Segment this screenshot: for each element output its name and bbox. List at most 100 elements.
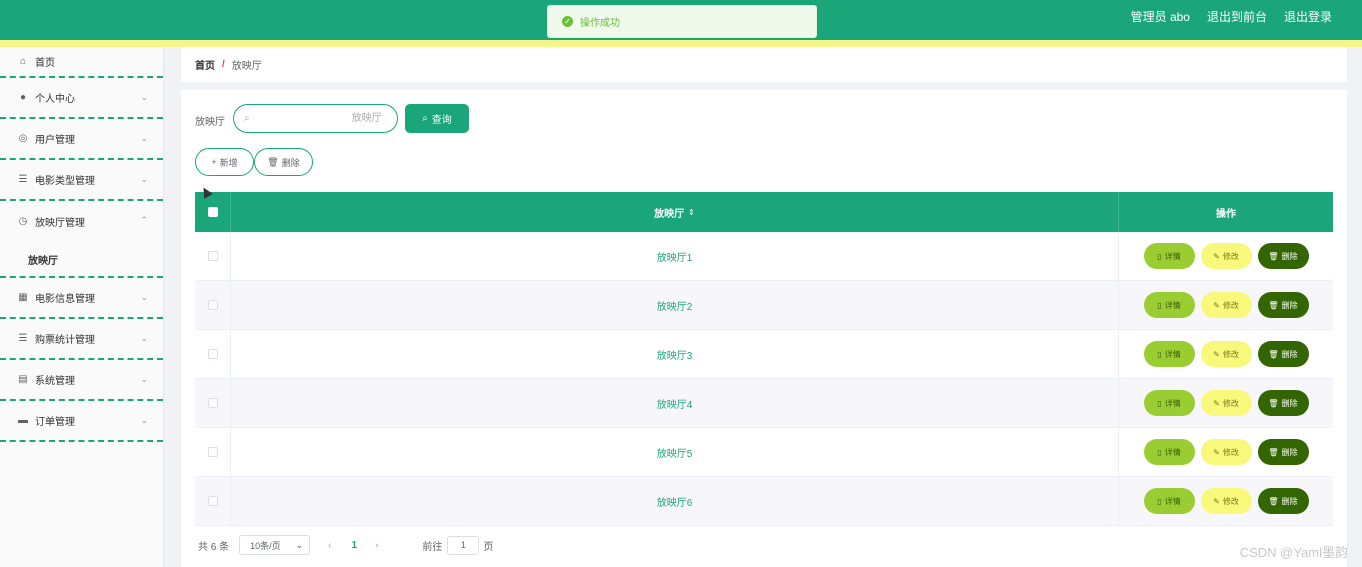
edit-button[interactable]: ✎ 修改 — [1200, 488, 1252, 514]
sidebar-item-label: 电影信息管理 — [35, 294, 95, 305]
table-row: 放映厅2 ▯ 详情 ✎ 修改 🗑 删除 — [195, 281, 1333, 330]
select-all-checkbox[interactable] — [207, 207, 218, 217]
row-checkbox[interactable] — [207, 251, 218, 261]
goto-label: 前往 — [422, 541, 443, 553]
chevron-down-icon: ⌄ — [140, 374, 148, 384]
back-to-front-link[interactable]: 退出到前台 — [1207, 8, 1267, 25]
chart-icon: ▤ — [18, 374, 28, 385]
sidebar-item-movie-types[interactable]: ☰ 电影类型管理 ⌄ — [0, 160, 163, 201]
chevron-down-icon: ⌄ — [140, 415, 148, 425]
delete-button[interactable]: 🗑 删除 — [1257, 341, 1309, 367]
sidebar-item-home[interactable]: ⌂ 首页 — [0, 47, 163, 78]
edit-button[interactable]: ✎ 修改 — [1200, 390, 1252, 416]
row-checkbox-cell — [195, 379, 231, 427]
trash-icon: 🗑 — [1268, 300, 1279, 310]
sidebar-item-orders[interactable]: ▬ 订单管理 ⌄ — [0, 401, 163, 442]
edit-label: 修改 — [1222, 447, 1239, 457]
delete-button[interactable]: 🗑 删除 — [1257, 292, 1309, 318]
edit-button[interactable]: ✎ 修改 — [1200, 341, 1252, 367]
sidebar-item-ticket-stats[interactable]: ☰ 购票统计管理 ⌄ — [0, 319, 163, 360]
page-number[interactable]: 1 — [351, 540, 357, 551]
detail-label: 详情 — [1164, 349, 1181, 359]
success-icon: ✓ — [562, 16, 573, 27]
document-icon: ▯ — [1157, 349, 1162, 359]
row-actions: ▯ 详情 ✎ 修改 🗑 删除 — [1119, 379, 1333, 427]
hall-name-cell: 放映厅5 — [231, 428, 1119, 476]
search-icon: ⌕ — [422, 113, 428, 124]
sidebar-item-movies[interactable]: ▦ 电影信息管理 ⌄ — [0, 278, 163, 319]
edit-label: 修改 — [1222, 251, 1239, 261]
sidebar-item-halls[interactable]: ◷ 放映厅管理 ⌃ — [0, 201, 163, 242]
hall-name-cell: 放映厅1 — [231, 232, 1119, 280]
sort-icon[interactable]: ⇕ — [688, 208, 695, 217]
row-checkbox[interactable] — [207, 496, 218, 506]
delete-button[interactable]: 🗑 删除 — [1257, 488, 1309, 514]
search-label: 放映厅 — [195, 117, 225, 128]
logout-link[interactable]: 退出登录 — [1284, 8, 1332, 25]
detail-button[interactable]: ▯ 详情 — [1143, 488, 1195, 514]
hall-name: 放映厅1 — [656, 252, 693, 264]
watermark: CSDN @Yaml墨韵 — [1239, 545, 1348, 560]
next-page-button[interactable]: › — [375, 540, 378, 551]
delete-button[interactable]: 🗑 删除 — [1257, 243, 1309, 269]
prev-page-button[interactable]: ‹ — [328, 540, 331, 551]
row-checkbox-cell — [195, 330, 231, 378]
row-checkbox[interactable] — [207, 447, 218, 457]
pencil-icon: ✎ — [1213, 251, 1220, 261]
delete-label: 删除 — [1281, 447, 1298, 457]
table-body: 放映厅1 ▯ 详情 ✎ 修改 🗑 删除 放映厅2 ▯ 详情 ✎ 修改 🗑 删除 放映厅3 ▯ 详情 ✎ 修改 🗑 删除放… — [195, 232, 1333, 526]
edit-button[interactable]: ✎ 修改 — [1200, 439, 1252, 465]
pencil-icon: ✎ — [1213, 496, 1220, 506]
hall-name-cell: 放映厅2 — [231, 281, 1119, 329]
query-button[interactable]: ⌕ 查询 — [405, 104, 469, 133]
sidebar-item-profile[interactable]: ● 个人中心 ⌄ — [0, 78, 163, 119]
hall-name: 放映厅6 — [656, 497, 693, 509]
detail-button[interactable]: ▯ 详情 — [1143, 341, 1195, 367]
detail-label: 详情 — [1164, 251, 1181, 261]
delete-label: 删除 — [1281, 398, 1298, 408]
detail-button[interactable]: ▯ 详情 — [1143, 390, 1195, 416]
goto-page-input[interactable] — [447, 535, 480, 555]
header-name-cell[interactable]: 放映厅 ⇕ — [231, 192, 1119, 232]
table-row: 放映厅4 ▯ 详情 ✎ 修改 🗑 删除 — [195, 379, 1333, 428]
breadcrumb-home[interactable]: 首页 — [195, 57, 215, 72]
sidebar-subitem-hall[interactable]: 放映厅 — [0, 242, 163, 278]
add-button[interactable]: + 新增 — [195, 148, 254, 176]
delete-button[interactable]: 🗑 删除 — [1257, 390, 1309, 416]
pagination-total: 共 6 条 — [198, 541, 230, 553]
sidebar-item-system[interactable]: ▤ 系统管理 ⌄ — [0, 360, 163, 401]
trash-icon: 🗑 — [267, 156, 279, 167]
table-row: 放映厅1 ▯ 详情 ✎ 修改 🗑 删除 — [195, 232, 1333, 281]
delete-label: 删除 — [1281, 300, 1298, 310]
search-input[interactable] — [249, 108, 392, 129]
search-box[interactable]: ⌕ — [233, 104, 398, 133]
menu-icon: ☰ — [18, 174, 28, 185]
page-size-select[interactable]: 10条/页 ⌄ — [239, 535, 311, 555]
detail-button[interactable]: ▯ 详情 — [1143, 439, 1195, 465]
column-header-name: 放映厅 — [654, 208, 685, 220]
users-icon: ◎ — [18, 133, 28, 144]
table-row: 放映厅3 ▯ 详情 ✎ 修改 🗑 删除 — [195, 330, 1333, 379]
delete-label: 删除 — [1281, 496, 1298, 506]
row-checkbox[interactable] — [207, 300, 218, 310]
bulk-delete-button[interactable]: 🗑 删除 — [254, 148, 313, 176]
document-icon: ▯ — [1157, 300, 1162, 310]
row-actions: ▯ 详情 ✎ 修改 🗑 删除 — [1119, 477, 1333, 525]
delete-button[interactable]: 🗑 删除 — [1257, 439, 1309, 465]
chevron-down-icon: ⌄ — [140, 92, 148, 102]
row-checkbox[interactable] — [207, 349, 218, 359]
sidebar-item-users[interactable]: ◎ 用户管理 ⌄ — [0, 119, 163, 160]
chevron-up-icon: ⌃ — [140, 215, 148, 225]
detail-button[interactable]: ▯ 详情 — [1143, 243, 1195, 269]
top-nav-actions: 管理员 abo 退出到前台 退出登录 — [1131, 0, 1332, 32]
row-checkbox[interactable] — [207, 398, 218, 408]
breadcrumb-current: 放映厅 — [231, 61, 262, 72]
edit-button[interactable]: ✎ 修改 — [1200, 243, 1252, 269]
sidebar: ⌂ 首页 ● 个人中心 ⌄ ◎ 用户管理 ⌄ ☰ 电影类型管理 ⌄ ◷ 放映厅管… — [0, 47, 164, 567]
delete-label: 删除 — [1281, 251, 1298, 261]
detail-button[interactable]: ▯ 详情 — [1143, 292, 1195, 318]
row-checkbox-cell — [195, 428, 231, 476]
hall-name-cell: 放映厅3 — [231, 330, 1119, 378]
sidebar-item-label: 首页 — [35, 58, 55, 69]
edit-button[interactable]: ✎ 修改 — [1200, 292, 1252, 318]
